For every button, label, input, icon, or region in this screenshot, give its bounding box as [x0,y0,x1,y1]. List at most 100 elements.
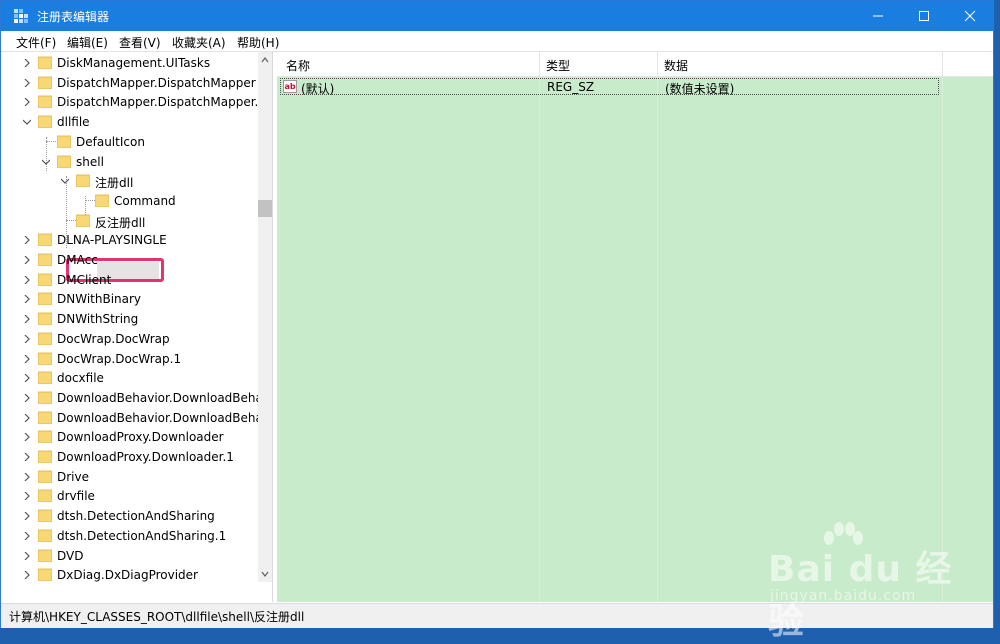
folder-icon [57,155,71,168]
watermark-url: jingyan.baidu.com [770,588,917,604]
column-separator[interactable] [657,52,658,76]
chevron-right-icon[interactable] [23,275,31,284]
menu-favorites[interactable]: 收藏夹(A) [172,34,226,51]
scroll-up-icon[interactable] [261,57,269,63]
tree-item[interactable]: drvfile [3,487,256,506]
menu-file[interactable]: 文件(F) [16,34,56,51]
close-button[interactable] [947,1,993,31]
tree-item[interactable]: Drive [3,468,256,487]
folder-icon [38,312,52,326]
chevron-right-icon[interactable] [23,413,31,422]
folder-icon [38,509,52,523]
tree-item[interactable]: DVD [3,547,256,566]
tree-item[interactable]: DocWrap.DocWrap.1 [3,350,256,369]
tree-item-label: DLNA-PLAYSINGLE [57,233,167,248]
tree-item-label: 反注册dll [95,215,146,230]
menu-edit[interactable]: 编辑(E) [67,34,108,51]
chevron-right-icon[interactable] [23,315,31,324]
tree-item[interactable]: DLNA-PLAYSINGLE [3,231,256,250]
chevron-right-icon[interactable] [23,59,31,67]
chevron-right-icon[interactable] [23,393,31,402]
menu-view[interactable]: 查看(V) [119,34,161,51]
value-row[interactable]: ab (默认) REG_SZ (数值未设置) [280,78,939,96]
tree-vertical-scrollbar[interactable] [258,52,272,582]
chevron-right-icon[interactable] [23,492,31,501]
tree-item[interactable]: DownloadProxy.Downloader [3,428,256,447]
tree-item[interactable]: DispatchMapper.DispatchMapper. [3,93,259,112]
folder-icon [76,174,90,188]
tree-item[interactable]: DownloadProxy.Downloader.1 [3,448,256,467]
tree-item[interactable]: DownloadBehavior.DownloadBeha [3,409,263,428]
scroll-down-icon[interactable] [261,571,269,577]
tree-item[interactable]: DispatchMapper.DispatchMapper [3,74,256,93]
values-list-pane[interactable]: 名称 类型 数据 ab (默认) REG_SZ (数值未设置) [277,52,993,602]
tree-item[interactable]: shell [3,153,256,172]
folder-icon [38,450,52,463]
chevron-right-icon[interactable] [23,571,31,580]
tree-item-label: DownloadProxy.Downloader [57,430,224,445]
tree-item[interactable]: DxDiag.DxDiagProvider [3,566,256,585]
tree-item[interactable]: dllfile [3,113,256,132]
tree-item[interactable]: dtsh.DetectionAndSharing.1 [3,527,256,546]
chevron-right-icon[interactable] [23,256,31,264]
folder-icon [38,430,52,444]
minimize-button[interactable] [855,1,901,31]
column-header-name[interactable]: 名称 [286,57,310,74]
menu-bar: 文件(F) 编辑(E) 查看(V) 收藏夹(A) 帮助(H) [1,31,993,52]
string-value-icon: ab [283,80,297,93]
folder-icon [38,470,52,483]
tree-item-label: DNWithBinary [57,292,142,307]
menu-help[interactable]: 帮助(H) [237,34,279,51]
tree-item[interactable]: DMAcc [3,251,256,270]
tree-item-label: DownloadProxy.Downloader.1 [57,450,234,464]
tree-item[interactable]: dtsh.DetectionAndSharing [3,507,256,526]
registry-key-tree[interactable]: DiskManagement.UITasks DispatchMapper.Dis… [3,52,273,602]
tree-item-label: DispatchMapper.DispatchMapper. [57,95,259,110]
chevron-right-icon[interactable] [23,334,31,343]
folder-icon [38,371,52,385]
tree-item[interactable]: DNWithBinary [3,290,256,309]
tree-item[interactable]: 反注册dll [3,212,256,231]
tree-item[interactable]: docxfile [3,369,256,388]
chevron-right-icon[interactable] [23,551,31,560]
tree-item-label: DownloadBehavior.DownloadBeha [57,390,263,405]
tree-item-label: DocWrap.DocWrap.1 [57,351,182,366]
tree-item-label: DownloadBehavior.DownloadBeha [57,410,263,425]
tree-item[interactable]: DiskManagement.UITasks [3,54,256,73]
maximize-button[interactable] [901,1,947,31]
tree-item[interactable]: DMClient [3,271,256,290]
tree-item[interactable]: Command [3,192,256,211]
tree-item-label: drvfile [57,489,95,504]
chevron-right-icon[interactable] [23,295,31,304]
tree-item-label: dtsh.DetectionAndSharing [57,509,215,524]
column-separator[interactable] [539,52,540,76]
tree-item[interactable]: DefaultIcon [3,133,256,152]
chevron-right-icon[interactable] [23,98,31,107]
chevron-right-icon[interactable] [23,472,31,481]
chevron-right-icon[interactable] [23,433,31,442]
tree-item-label: docxfile [57,371,104,386]
title-bar[interactable]: 注册表编辑器 [1,1,993,31]
chevron-right-icon[interactable] [23,374,31,383]
tree-item[interactable]: 注册dll [3,172,256,191]
chevron-down-icon[interactable] [42,158,50,166]
column-header-data[interactable]: 数据 [664,57,688,74]
tree-item-label: DefaultIcon [76,134,145,149]
tree-item[interactable]: DownloadBehavior.DownloadBeha [3,389,263,408]
tree-item-label: 注册dll [95,176,134,191]
chevron-right-icon[interactable] [23,78,31,87]
tree-scroll-thumb[interactable] [258,200,272,217]
column-separator[interactable] [942,52,943,76]
column-header-type[interactable]: 类型 [546,57,570,74]
chevron-down-icon[interactable] [61,177,69,185]
tree-item-label: DxDiag.DxDiagProvider [57,568,198,583]
chevron-right-icon[interactable] [23,236,31,245]
chevron-right-icon[interactable] [23,354,31,363]
chevron-down-icon[interactable] [23,118,31,126]
tree-item[interactable]: DNWithString [3,310,256,329]
tree-item[interactable]: DocWrap.DocWrap [3,330,256,349]
chevron-right-icon[interactable] [23,531,31,540]
folder-icon [38,115,52,129]
chevron-right-icon[interactable] [23,453,31,461]
chevron-right-icon[interactable] [23,512,31,521]
